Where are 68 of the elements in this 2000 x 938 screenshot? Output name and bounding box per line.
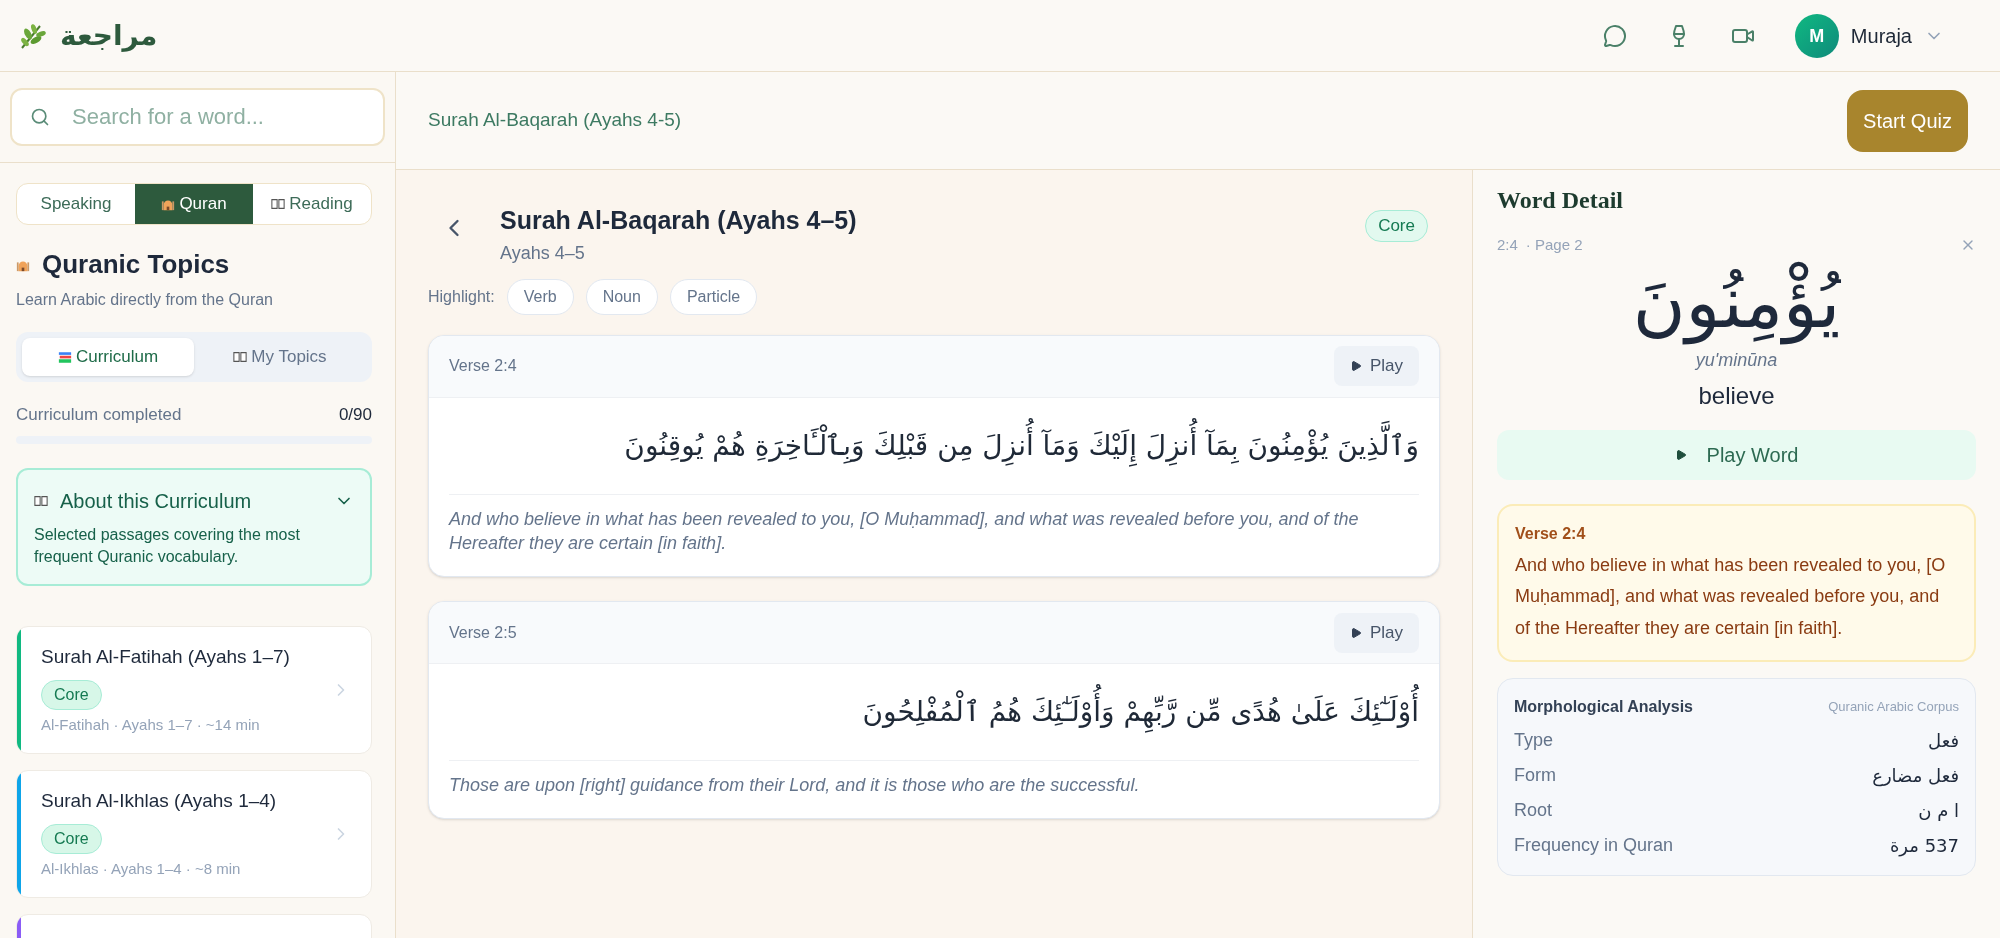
verse-ref: 2:4 xyxy=(1497,235,1518,255)
page-ref: · Page 2 xyxy=(1525,235,1583,255)
verse-context-label: Verse 2:4 xyxy=(1515,523,1587,544)
panel-title: Word Detail xyxy=(1497,186,1624,215)
verse-translation: And who believe in what has been revealed to you, [O Muḥammad], and what was revealed before you, and of the Hereafter they are certain [in faith]. xyxy=(449,507,1360,556)
morphology-label: Root xyxy=(1514,799,1553,822)
morphology-label: Frequency in Quran xyxy=(1514,834,1674,857)
arabic-verse: وَٱلَّذِينَ يُؤْمِنُونَ بِمَآ أُنزِلَ إِلَيْكَ وَمَآ أُنزِلَ مِن قَبْلِكَ وَبِٱلْـَٔاخِرَةِ هُمْ يُوقِنُونَ xyxy=(449,397,1419,495)
topic-card[interactable]: Surah Al-Ikhlas (Ayahs 1–4) Core Al-Ikhlas · Ayahs 1–4 · ~8 min xyxy=(16,769,372,898)
curriculum-tab[interactable]: Curriculum xyxy=(22,338,194,376)
book-icon xyxy=(271,198,286,210)
book-icon xyxy=(233,351,248,363)
arabic-word: يُؤْمِنُونَ xyxy=(1631,258,1842,347)
app-logo: مراجعة xyxy=(60,17,158,54)
topic-meta: Al-Fatihah · Ayahs 1–7 · ~14 min xyxy=(41,714,261,735)
user-avatar[interactable]: M xyxy=(1794,13,1839,58)
about-title: About this Curriculum xyxy=(60,488,252,514)
morphology-value: فعل مضارع xyxy=(1872,764,1959,789)
books-icon xyxy=(57,350,72,364)
search-field[interactable]: Search for a word... xyxy=(10,88,385,146)
mode-tab[interactable]: Speaking xyxy=(17,184,135,224)
topic-meta: Al-Ikhlas · Ayahs 1–4 · ~8 min xyxy=(41,858,242,879)
morphology-source: Quranic Arabic Corpus xyxy=(1828,698,1959,717)
morphology-value: 537 مرة xyxy=(1889,834,1959,859)
mode-tab[interactable]: Reading xyxy=(253,184,371,224)
book-icon xyxy=(34,494,48,507)
progress-count: 0/90 xyxy=(338,404,372,426)
morphology-title: Morphological Analysis xyxy=(1514,697,1693,717)
topic-title: Surah Al-Ikhlas (Ayahs 1–4) xyxy=(41,789,278,813)
verse-label: Verse 2:5 xyxy=(449,622,517,643)
core-tag: Core xyxy=(41,679,102,710)
highlight-chip[interactable]: Particle xyxy=(669,278,758,315)
about-text: Selected passages covering the most frequent Quranic vocabulary. xyxy=(34,524,301,567)
highlight-chip[interactable]: Noun xyxy=(585,278,658,315)
mode-tab[interactable]: Quran xyxy=(135,184,253,224)
breadcrumb: Surah Al-Baqarah (Ayahs 4-5) xyxy=(428,108,682,133)
highlight-chip[interactable]: Verb xyxy=(506,278,574,315)
word-meaning: believe xyxy=(1697,380,1776,411)
verse-label: Verse 2:4 xyxy=(449,356,517,376)
verse-context-text: And who believe in what has been revealed to you, [O Muḥammad], and what was revealed before you, and of the Hereafter they are certain [in faith]. xyxy=(1515,553,1947,640)
play-button[interactable]: Play xyxy=(1333,346,1419,386)
morphology-label: Type xyxy=(1514,729,1554,752)
section-title: Quranic Topics xyxy=(42,248,230,281)
core-tag: Core xyxy=(1365,210,1428,242)
highlight-label: Highlight: xyxy=(428,286,495,307)
verse-translation: Those are upon [right] guidance from their Lord, and it is those who are the successful. xyxy=(449,774,1141,797)
play-icon xyxy=(1349,360,1362,372)
play-icon xyxy=(1349,626,1362,639)
transliteration: yu'minūna xyxy=(1693,348,1779,372)
search-icon xyxy=(30,107,50,127)
core-tag: Core xyxy=(41,823,102,854)
play-icon xyxy=(1674,448,1687,461)
lesson-subtitle: Ayahs 4–5 xyxy=(500,241,586,265)
progress-label: Curriculum completed xyxy=(16,404,182,426)
morphology-value: فعل xyxy=(1928,729,1959,753)
section-subtitle: Learn Arabic directly from the Quran xyxy=(16,290,274,310)
start-quiz-button[interactable]: Start Quiz xyxy=(1847,89,1968,152)
morphology-value: ا م ن xyxy=(1918,799,1959,823)
arabic-verse: أُوْلَـٰٓئِكَ عَلَىٰ هُدًى مِّن رَّبِّهِمْ وَأُوْلَـٰٓئِكَ هُمُ ٱلْمُفْلِحُونَ xyxy=(449,664,1419,761)
topic-title: Surah Al-Fatihah (Ayahs 1–7) xyxy=(41,645,291,669)
user-name: Muraja xyxy=(1850,23,1912,49)
curriculum-tab[interactable]: My Topics xyxy=(194,338,366,376)
play-word-button[interactable]: Play Word xyxy=(1497,429,1976,480)
lesson-title: Surah Al-Baqarah (Ayahs 4–5) xyxy=(500,205,857,236)
topic-card[interactable]: Surah Al-Fatihah (Ayahs 1–7) Core Al-Fatihah · Ayahs 1–7 · ~14 min xyxy=(16,625,372,754)
chat-icon[interactable] xyxy=(1602,23,1627,48)
morphology-label: Form xyxy=(1514,764,1556,787)
play-button[interactable]: Play xyxy=(1333,612,1419,653)
